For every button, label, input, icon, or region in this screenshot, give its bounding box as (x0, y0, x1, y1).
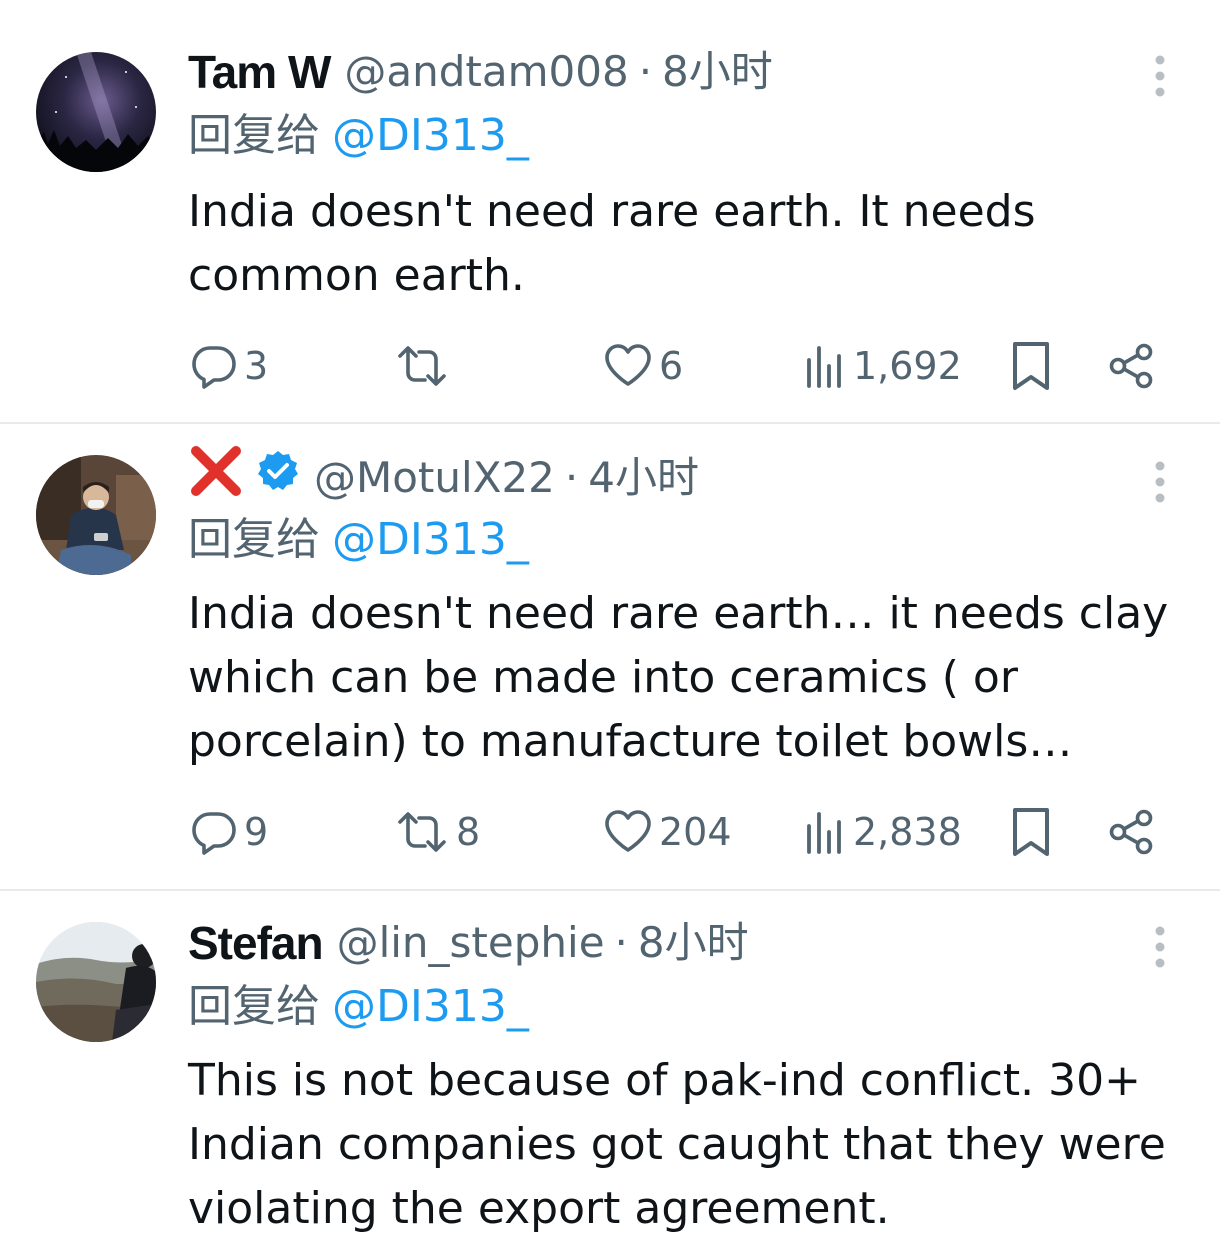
user-handle[interactable]: @andtam008 (344, 44, 628, 100)
retweet-button[interactable] (394, 336, 456, 396)
views-button[interactable]: 1,692 (803, 336, 962, 396)
display-name[interactable]: Tam W (188, 44, 331, 100)
user-handle[interactable]: @lin_stephie (337, 915, 605, 971)
views-count: 1,692 (853, 344, 962, 388)
timestamp[interactable]: 8小时 (638, 915, 749, 971)
like-count: 6 (659, 344, 684, 388)
share-button[interactable] (1108, 802, 1156, 862)
retweet-icon (394, 342, 450, 390)
avatar[interactable] (36, 922, 156, 1042)
replying-to-handle[interactable]: @DI313_ (332, 110, 529, 161)
bookmark-icon (1010, 806, 1052, 858)
timestamp[interactable]: 8小时 (662, 44, 773, 100)
separator-dot: · (638, 47, 653, 96)
retweet-count: 8 (456, 810, 481, 854)
more-options-icon[interactable] (1148, 925, 1172, 969)
replying-to-handle[interactable]: @DI313_ (332, 981, 529, 1032)
reply-button[interactable]: 3 (190, 336, 268, 396)
action-bar: 3 6 1,692 (0, 336, 1220, 396)
timestamp[interactable]: 4小时 (588, 450, 699, 506)
avatar[interactable] (36, 52, 156, 172)
tweet-1[interactable]: Tam W @andtam008 · 8小时 回复给 @DI313_ India … (0, 0, 1220, 422)
action-bar: 9 8 204 2,838 (0, 802, 1220, 862)
reply-count: 9 (244, 810, 269, 854)
verified-badge-icon (256, 449, 300, 507)
tweet-text: India doesn't need rare earth… it needs … (188, 588, 1169, 767)
tweet-header: Stefan @lin_stephie · 8小时 (188, 915, 749, 971)
replying-to: 回复给 @DI313_ (188, 108, 529, 164)
share-icon (1108, 342, 1156, 390)
tweet-text: This is not because of pak-ind conflict.… (188, 1055, 1166, 1234)
reply-icon (190, 342, 238, 390)
display-name[interactable]: Stefan (188, 915, 324, 971)
views-icon (803, 342, 847, 390)
separator-dot: · (614, 918, 628, 967)
separator-dot: · (564, 453, 579, 502)
more-options-icon[interactable] (1148, 460, 1172, 504)
like-button[interactable]: 204 (603, 802, 732, 862)
avatar[interactable] (36, 455, 156, 575)
replying-to-label: 回复给 (188, 514, 320, 565)
replying-to: 回复给 @DI313_ (188, 512, 529, 568)
heart-icon (603, 808, 653, 856)
reply-count: 3 (244, 344, 269, 388)
reply-button[interactable]: 9 (190, 802, 268, 862)
reply-icon (190, 808, 238, 856)
retweet-button[interactable]: 8 (394, 802, 480, 862)
replying-to-label: 回复给 (188, 110, 320, 161)
tweet-2[interactable]: @MotulX22 · 4小时 回复给 @DI313_ India doesn't… (0, 424, 1220, 889)
like-count: 204 (659, 810, 732, 854)
tweet-3[interactable]: Stefan @lin_stephie · 8小时 回复给 @DI313_ Thi… (0, 891, 1220, 1234)
like-button[interactable]: 6 (603, 336, 683, 396)
share-button[interactable] (1108, 336, 1156, 396)
more-options-icon[interactable] (1148, 54, 1172, 98)
red-x-emoji-icon (188, 443, 244, 513)
bookmark-button[interactable] (1010, 336, 1052, 396)
tweet-text: India doesn't need rare earth. It needs … (188, 186, 1036, 301)
views-icon (803, 808, 847, 856)
tweet-header: @MotulX22 · 4小时 (188, 446, 699, 507)
share-icon (1108, 808, 1156, 856)
retweet-icon (394, 808, 450, 856)
user-handle[interactable]: @MotulX22 (314, 450, 555, 506)
tweet-header: Tam W @andtam008 · 8小时 (188, 44, 773, 100)
views-button[interactable]: 2,838 (803, 802, 962, 862)
replying-to-handle[interactable]: @DI313_ (332, 514, 529, 565)
bookmark-button[interactable] (1010, 802, 1052, 862)
replying-to: 回复给 @DI313_ (188, 979, 529, 1035)
bookmark-icon (1010, 340, 1052, 392)
views-count: 2,838 (853, 810, 962, 854)
replying-to-label: 回复给 (188, 981, 320, 1032)
heart-icon (603, 342, 653, 390)
